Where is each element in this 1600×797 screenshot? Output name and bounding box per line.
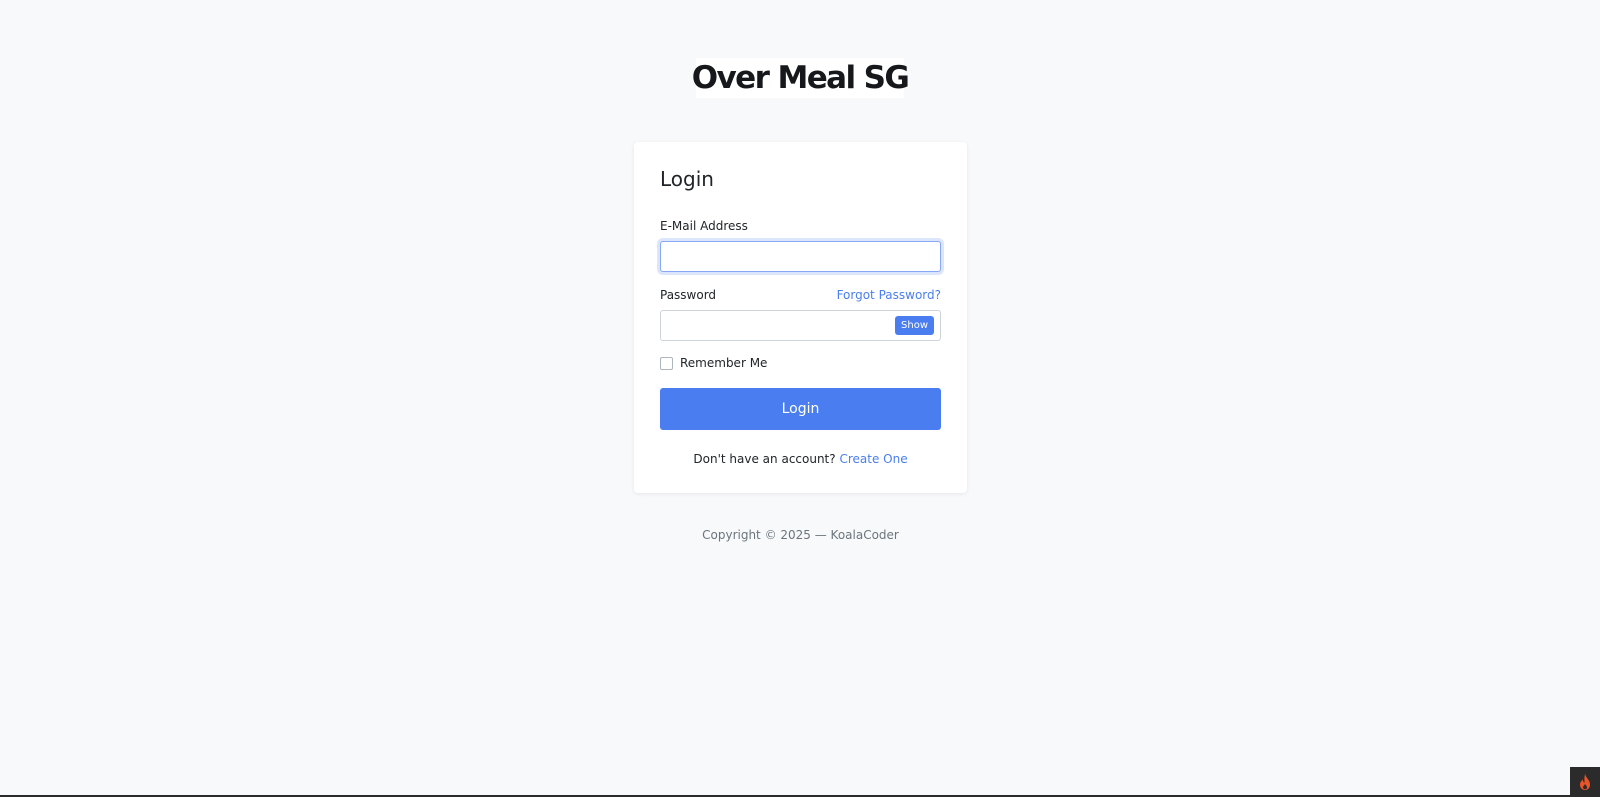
email-label: E-Mail Address bbox=[660, 219, 748, 233]
password-field: Show bbox=[660, 310, 941, 341]
corner-badge[interactable] bbox=[1570, 767, 1600, 797]
email-input[interactable] bbox=[660, 241, 941, 272]
footer-copyright: Copyright © 2025 — KoalaCoder bbox=[702, 528, 899, 542]
signup-row: Don't have an account? Create One bbox=[634, 452, 967, 466]
login-title: Login bbox=[660, 167, 714, 191]
forgot-password-link[interactable]: Forgot Password? bbox=[837, 288, 941, 302]
login-card: Login E-Mail Address Password Forgot Pas… bbox=[634, 142, 967, 493]
brand-logo: Over Meal SG bbox=[692, 58, 910, 98]
remember-me-row: Remember Me bbox=[660, 356, 767, 370]
create-account-link[interactable]: Create One bbox=[839, 452, 907, 466]
brand-name: Over Meal SG bbox=[691, 60, 910, 96]
login-button[interactable]: Login bbox=[660, 388, 941, 430]
password-input[interactable] bbox=[661, 311, 891, 340]
flame-icon bbox=[1580, 774, 1590, 790]
remember-me-checkbox[interactable] bbox=[660, 356, 673, 370]
remember-me-label[interactable]: Remember Me bbox=[680, 356, 767, 370]
signup-prompt: Don't have an account? bbox=[693, 452, 840, 466]
password-label: Password bbox=[660, 288, 717, 302]
show-password-button[interactable]: Show bbox=[895, 316, 934, 335]
